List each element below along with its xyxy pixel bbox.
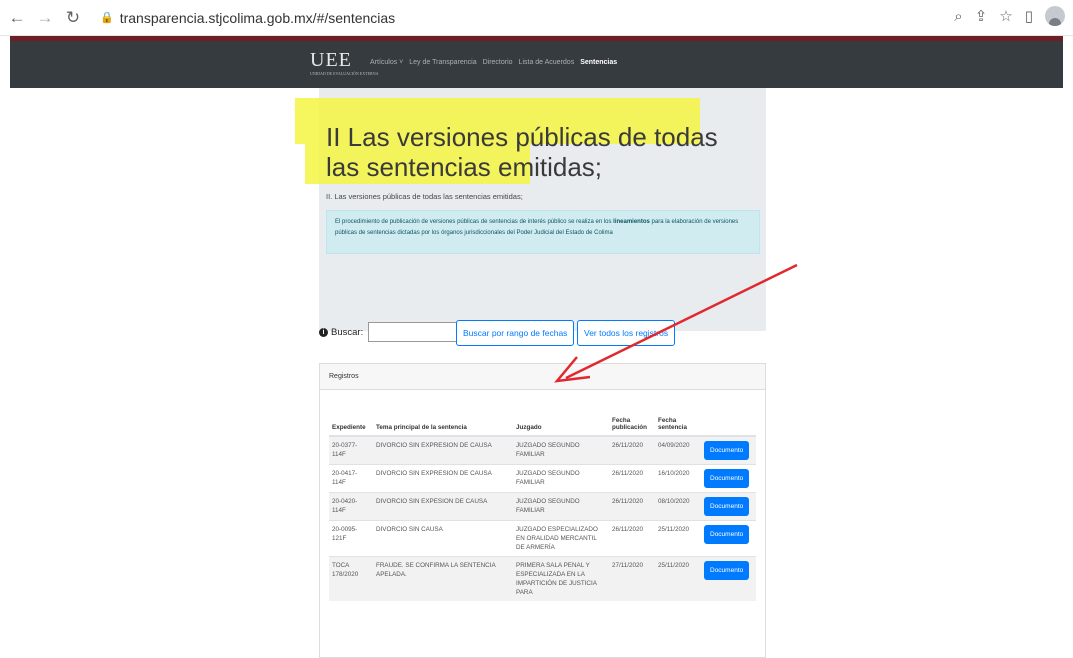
cell-tema: DIVORCIO SIN EXPRESION DE CAUSA xyxy=(373,435,513,465)
cell-fecha-pub: 26/11/2020 xyxy=(609,464,655,493)
date-range-button[interactable]: Buscar por rango de fechas xyxy=(456,320,575,346)
menu-item-ley[interactable]: Ley de Transparencia xyxy=(409,59,476,66)
profile-avatar[interactable] xyxy=(1045,6,1065,26)
col-header[interactable]: Expediente xyxy=(329,400,373,437)
cell-expediente: 20-0377-114F xyxy=(329,435,373,465)
document-button[interactable]: Documento xyxy=(704,525,750,544)
cell-juzgado: JUZGADO ESPECIALIZADO EN ORALIDAD MERCAN… xyxy=(513,520,609,557)
table-row: TOCA 178/2020 FRAUDE. SE CONFIRMA LA SEN… xyxy=(329,556,756,601)
url-text: transparencia.stjcolima.gob.mx/#/sentenc… xyxy=(119,9,396,26)
bookmark-star-icon[interactable]: ☆ xyxy=(999,7,1012,25)
col-header[interactable]: Fecha publicación xyxy=(609,400,655,437)
cell-expediente: 20-0095-121F xyxy=(329,520,373,557)
sidepanel-icon[interactable]: ▯ xyxy=(1025,7,1033,25)
search-bar: i Buscar: xyxy=(319,322,459,342)
document-button[interactable]: Documento xyxy=(704,469,750,488)
document-button[interactable]: Documento xyxy=(704,561,750,580)
site-menu: Artículos ˅ Ley de Transparencia Directo… xyxy=(370,59,617,66)
cell-juzgado: JUZGADO SEGUNDO FAMILIAR xyxy=(513,464,609,493)
info-alert: El procedimiento de publicación de versi… xyxy=(326,210,760,254)
cell-juzgado: PRIMERA SALA PENAL Y ESPECIALIZADA EN LA… xyxy=(513,556,609,601)
lock-icon: 🔒 xyxy=(100,12,114,24)
menu-item-articulos[interactable]: Artículos ˅ xyxy=(370,59,403,66)
view-all-button[interactable]: Ver todos los registros xyxy=(577,320,676,346)
share-icon[interactable]: ⇪ xyxy=(975,7,988,25)
document-button[interactable]: Documento xyxy=(704,441,750,460)
lineamientos-link[interactable]: lineamientos xyxy=(613,219,650,225)
records-card: Registros Expediente Tema principal de l… xyxy=(319,363,766,658)
cell-fecha-pub: 27/11/2020 xyxy=(609,556,655,601)
cell-fecha-sent: 25/11/2020 xyxy=(655,520,701,557)
col-header[interactable]: Juzgado xyxy=(513,400,609,437)
cell-juzgado: JUZGADO SEGUNDO FAMILIAR xyxy=(513,492,609,521)
col-header[interactable]: Fecha sentencia xyxy=(655,400,701,437)
cell-fecha-sent: 16/10/2020 xyxy=(655,464,701,493)
site-logo[interactable]: UEE UNIDAD DE EVALUACIÓN EXTERNA xyxy=(310,49,378,77)
browser-toolbar: ← → ↻ 🔒 transparencia.stjcolima.gob.mx/#… xyxy=(0,0,1073,36)
page-title: II Las versiones públicas de todas las s… xyxy=(326,122,718,182)
col-header xyxy=(701,400,756,437)
col-header[interactable]: Tema principal de la sentencia xyxy=(373,400,513,437)
card-title: Registros xyxy=(320,364,765,390)
address-bar[interactable]: 🔒 transparencia.stjcolima.gob.mx/#/sente… xyxy=(100,10,395,26)
table-row: 20-0417-114F DIVORCIO SIN EXPRESION DE C… xyxy=(329,464,756,493)
table-row: 20-0420-114F DIVORCIO SIN EXPESION DE CA… xyxy=(329,492,756,521)
search-label: Buscar: xyxy=(331,326,364,338)
menu-item-acuerdos[interactable]: Lista de Acuerdos xyxy=(519,59,575,66)
cell-fecha-pub: 26/11/2020 xyxy=(609,492,655,521)
table-row: 20-0095-121F DIVORCIO SIN CAUSA JUZGADO … xyxy=(329,520,756,557)
page-subtitle: II. Las versiones públicas de todas las … xyxy=(326,192,523,201)
cell-fecha-sent: 08/10/2020 xyxy=(655,492,701,521)
back-icon[interactable]: ← xyxy=(6,7,28,29)
menu-item-sentencias[interactable]: Sentencias xyxy=(580,59,617,66)
table-row: 20-0377-114F DIVORCIO SIN EXPRESION DE C… xyxy=(329,435,756,465)
info-icon: i xyxy=(319,327,328,337)
reload-icon[interactable]: ↻ xyxy=(62,7,84,29)
cell-fecha-sent: 25/11/2020 xyxy=(655,556,701,601)
cell-fecha-pub: 26/11/2020 xyxy=(609,520,655,557)
records-table: Expediente Tema principal de la sentenci… xyxy=(329,400,756,601)
page-viewport: UEE UNIDAD DE EVALUACIÓN EXTERNA Artícul… xyxy=(0,36,1073,658)
cell-juzgado: JUZGADO SEGUNDO FAMILIAR xyxy=(513,435,609,465)
cell-tema: DIVORCIO SIN EXPRESION DE CAUSA xyxy=(373,464,513,493)
search-input[interactable] xyxy=(368,322,459,342)
zoom-icon[interactable]: ⌕ xyxy=(954,8,962,25)
cell-expediente: TOCA 178/2020 xyxy=(329,556,373,601)
cell-expediente: 20-0417-114F xyxy=(329,464,373,493)
cell-tema: DIVORCIO SIN CAUSA xyxy=(373,520,513,557)
document-button[interactable]: Documento xyxy=(704,497,750,516)
cell-fecha-pub: 26/11/2020 xyxy=(609,435,655,465)
table-header-row: Expediente Tema principal de la sentenci… xyxy=(329,400,756,437)
menu-item-directorio[interactable]: Directorio xyxy=(483,59,513,66)
cell-fecha-sent: 04/09/2020 xyxy=(655,435,701,465)
cell-tema: FRAUDE. SE CONFIRMA LA SENTENCIA APELADA… xyxy=(373,556,513,601)
forward-icon[interactable]: → xyxy=(34,7,56,29)
cell-expediente: 20-0420-114F xyxy=(329,492,373,521)
cell-tema: DIVORCIO SIN EXPESION DE CAUSA xyxy=(373,492,513,521)
